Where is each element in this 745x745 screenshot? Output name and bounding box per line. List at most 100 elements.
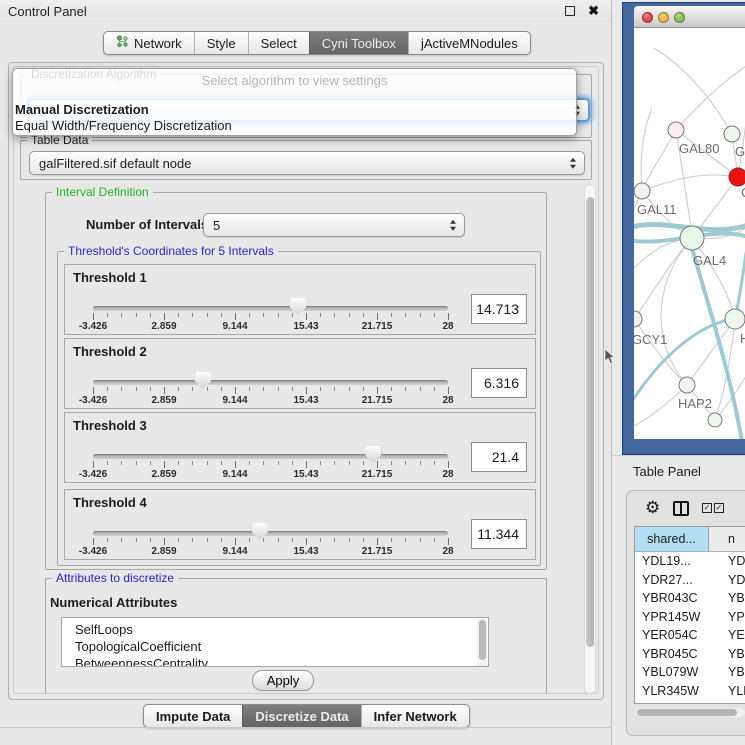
window-title: Control Panel <box>8 4 87 19</box>
float-window-icon[interactable] <box>565 6 575 16</box>
tick-mark <box>192 538 193 542</box>
table-cell: YDL1 <box>709 552 745 571</box>
minimize-traffic-light[interactable] <box>658 12 669 23</box>
tab-infer-network[interactable]: Infer Network <box>361 705 469 727</box>
table-row[interactable]: YDR27...YDR2 <box>635 571 745 590</box>
tick-label: 15.43 <box>293 321 318 332</box>
table-horizontal-scrollbar[interactable] <box>635 708 745 717</box>
tab-discretize-data[interactable]: Discretize Data <box>242 705 360 727</box>
tab-impute-data[interactable]: Impute Data <box>144 705 242 727</box>
gear-icon[interactable]: ⚙ <box>645 499 660 516</box>
top-tab-bar: Network Style Select Cyni Toolbox jActiv… <box>103 31 531 55</box>
network-window-titlebar[interactable] <box>634 6 745 28</box>
table-row[interactable]: YBL079WYBL0 <box>635 663 745 682</box>
slider-track[interactable] <box>93 380 448 385</box>
number-of-intervals-label: Number of Intervals <box>86 217 208 232</box>
slider-track[interactable] <box>93 531 448 536</box>
tick-mark <box>107 313 108 317</box>
attribute-item[interactable]: SelfLoops <box>62 621 488 638</box>
network-node-G[interactable] <box>724 126 740 142</box>
network-node-GAL4[interactable] <box>680 226 704 250</box>
table-row[interactable]: YIL052CYIL0 <box>635 700 745 704</box>
tab-jactivemnodules[interactable]: jActiveMNodules <box>408 32 530 54</box>
combo-arrows-icon <box>450 220 456 231</box>
popup-item-equal-width-frequency[interactable]: Equal Width/Frequency Discretization <box>15 118 232 133</box>
threshold-slider[interactable]: -3.4262.8599.14415.4321.71528 <box>93 291 448 333</box>
network-node-GAL11[interactable] <box>634 183 650 199</box>
network-node-GCY1[interactable] <box>634 311 642 327</box>
popup-item-manual-discretization[interactable]: Manual Discretization <box>15 102 149 117</box>
tab-select[interactable]: Select <box>248 32 309 54</box>
network-view-window[interactable]: GAL80GCGAL11GAL4GCY1HHAP2 <box>622 2 745 455</box>
tick-mark <box>136 461 137 465</box>
threshold-slider[interactable]: -3.4262.8599.14415.4321.71528 <box>93 365 448 407</box>
tab-network[interactable]: Network <box>104 32 194 54</box>
attributes-list[interactable]: SelfLoopsTopologicalCoefficientBetweenne… <box>61 617 489 667</box>
tick-mark <box>136 387 137 391</box>
close-icon[interactable]: ✖ <box>588 3 599 19</box>
table-row[interactable]: YBR043CYBR0 <box>635 589 745 608</box>
threshold-slider[interactable]: -3.4262.8599.14415.4321.71528 <box>93 516 448 558</box>
column-header-shared[interactable]: shared... <box>635 527 709 551</box>
network-node-GAL80[interactable] <box>668 122 684 138</box>
tab-cyni-toolbox[interactable]: Cyni Toolbox <box>309 32 408 54</box>
threshold-value-field[interactable]: 14.713 <box>471 294 527 324</box>
table-row[interactable]: YLR345WYLR3 <box>635 682 745 701</box>
node-label: H <box>740 331 745 346</box>
table-panel: ⚙ ✓ ✓ shared... n YDL19...YDL1YDR27...YD… <box>626 490 745 736</box>
tick-mark <box>235 461 236 468</box>
tick-mark <box>391 313 392 317</box>
attribute-item[interactable]: BetweennessCentrality <box>62 655 488 667</box>
threshold-value-field[interactable]: 21.4 <box>471 442 527 472</box>
number-of-intervals-combo[interactable]: 5 <box>203 213 465 237</box>
tick-label: 21.715 <box>362 546 393 557</box>
threshold-value-field[interactable]: 6.316 <box>471 368 527 398</box>
panel-vertical-scrollbar[interactable] <box>584 184 596 694</box>
attributes-list-scrollbar[interactable] <box>477 619 487 667</box>
table-row[interactable]: YPR145WYPR1 <box>635 608 745 627</box>
tab-label: Network <box>134 36 182 51</box>
tick-mark <box>263 461 264 465</box>
tick-label: 21.715 <box>362 321 393 332</box>
tab-style[interactable]: Style <box>194 32 248 54</box>
zoom-traffic-light[interactable] <box>674 12 685 23</box>
column-header-name[interactable]: n <box>709 527 745 551</box>
tick-mark <box>420 461 421 465</box>
checkbox-icon[interactable]: ✓ <box>702 503 712 513</box>
slider-track[interactable] <box>93 454 448 459</box>
network-node-unlabeled[interactable] <box>708 413 722 427</box>
tick-mark <box>448 461 449 468</box>
tick-label: 21.715 <box>362 395 393 406</box>
tick-mark <box>349 313 350 317</box>
tick-mark <box>221 538 222 542</box>
columns-icon[interactable] <box>673 501 689 516</box>
tick-mark <box>334 387 335 391</box>
network-node-H[interactable] <box>725 309 745 329</box>
threshold-row-1: Threshold 1 -3.4262.8599.14415.4321.7152… <box>64 264 536 335</box>
network-canvas[interactable]: GAL80GCGAL11GAL4GCY1HHAP2 <box>634 28 745 439</box>
tick-mark <box>207 461 208 465</box>
mouse-cursor <box>604 348 616 371</box>
threshold-value-field[interactable]: 11.344 <box>471 519 527 549</box>
node-label: GAL11 <box>637 202 677 217</box>
tick-mark <box>221 387 222 391</box>
interval-definition-group: Interval Definition Number of Intervals … <box>45 192 547 570</box>
threshold-slider[interactable]: -3.4262.8599.14415.4321.71528 <box>93 439 448 481</box>
table-data-combo[interactable]: galFiltered.sif default node <box>29 151 585 175</box>
number-of-intervals-value: 5 <box>213 218 220 233</box>
apply-button[interactable]: Apply <box>252 670 314 691</box>
table-row[interactable]: YDL19...YDL1 <box>635 552 745 571</box>
checkbox-icon[interactable]: ✓ <box>714 503 724 513</box>
tick-mark <box>192 387 193 391</box>
network-node-C[interactable] <box>729 168 745 186</box>
node-label: C <box>741 185 745 200</box>
table-row[interactable]: YER054CYER0 <box>635 626 745 645</box>
close-traffic-light[interactable] <box>642 12 653 23</box>
attribute-item[interactable]: TopologicalCoefficient <box>62 638 488 655</box>
slider-track[interactable] <box>93 306 448 311</box>
tick-mark <box>377 313 378 320</box>
network-node-HAP2[interactable] <box>679 377 695 393</box>
table-row[interactable]: YBR045CYBR0 <box>635 645 745 664</box>
tick-label: 28 <box>442 395 453 406</box>
group-title: Attributes to discretize <box>52 571 178 585</box>
